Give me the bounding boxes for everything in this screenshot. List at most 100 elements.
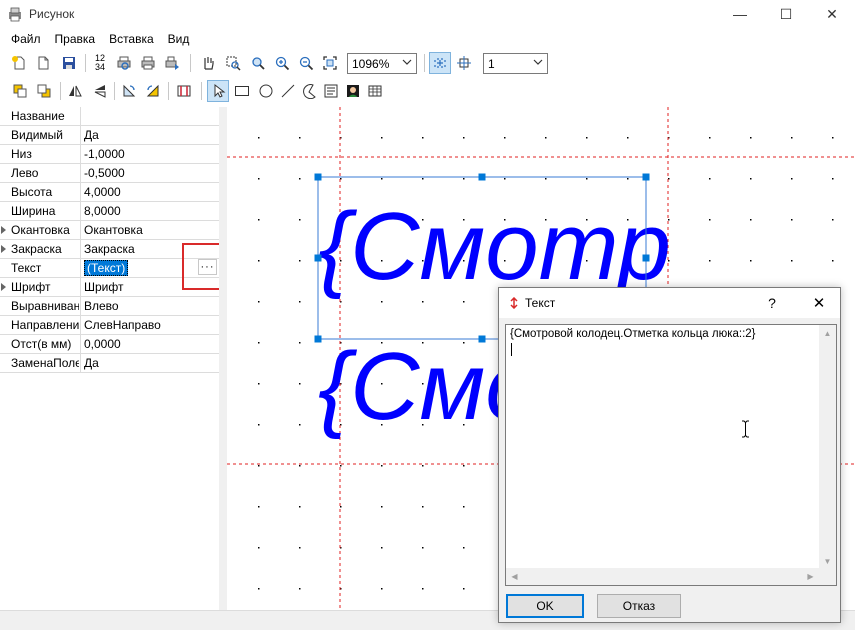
layer-select[interactable]: 1 [483, 53, 548, 74]
menu-insert[interactable]: Вставка [102, 32, 161, 46]
property-value[interactable]: Влево [80, 297, 219, 315]
grid-dot [381, 506, 383, 508]
property-value[interactable] [80, 107, 219, 125]
resize-handle[interactable] [478, 335, 486, 343]
close-button[interactable]: ✕ [809, 0, 855, 28]
zoom-out-icon[interactable] [295, 52, 317, 74]
grid-dot [422, 137, 424, 139]
zoom-fit-icon[interactable] [319, 52, 341, 74]
bring-to-front-icon[interactable] [9, 80, 31, 102]
resize-handle[interactable] [642, 173, 650, 181]
property-row[interactable]: Название [0, 107, 219, 126]
rotate-right-icon[interactable] [142, 80, 164, 102]
image-tool-icon[interactable] [342, 80, 364, 102]
expand-arrow-icon[interactable] [1, 226, 6, 234]
menu-edit[interactable]: Правка [48, 32, 103, 46]
vertical-scrollbar[interactable]: ▲ ▼ [819, 325, 836, 570]
menu-view[interactable]: Вид [161, 32, 197, 46]
dialog-close-button[interactable]: ✕ [799, 288, 839, 318]
property-value[interactable]: Окантовка [80, 221, 219, 239]
rectangle-tool-icon[interactable] [231, 80, 253, 102]
canvas-text-line1[interactable]: {Смотр [318, 193, 671, 300]
scroll-left-icon[interactable]: ◀ [506, 568, 523, 585]
grid-dot [340, 506, 342, 508]
pan-hand-icon[interactable] [197, 52, 219, 74]
ok-button[interactable]: OK [506, 594, 584, 618]
ellipse-tool-icon[interactable] [255, 80, 277, 102]
grid-dot [299, 342, 301, 344]
property-value[interactable]: 4,0000 [80, 183, 219, 201]
text-dialog: Текст ? ✕ {Смотровой колодец.Отметка кол… [498, 287, 841, 623]
snap-object-icon[interactable] [453, 52, 475, 74]
horizontal-scrollbar[interactable]: ◀ ▶ [506, 568, 819, 585]
property-row[interactable]: Ширина 8,0000 [0, 202, 219, 221]
property-row[interactable]: Отст(в мм) 0,0000 [0, 335, 219, 354]
resize-handle[interactable] [478, 173, 486, 181]
window-title: Рисунок [29, 7, 75, 21]
grid-dot [381, 465, 383, 467]
grid-dot [381, 588, 383, 590]
minimize-button[interactable]: — [717, 0, 763, 28]
send-to-back-icon[interactable] [33, 80, 55, 102]
save-icon[interactable] [58, 52, 80, 74]
resize-handle[interactable] [314, 173, 322, 181]
rotate-left-icon[interactable] [118, 80, 140, 102]
text-edit-area[interactable]: {Смотровой колодец.Отметка кольца люка::… [505, 324, 837, 586]
property-value[interactable]: Да [80, 126, 219, 144]
scroll-corner [819, 568, 836, 585]
resize-handle[interactable] [314, 335, 322, 343]
text-caret [511, 343, 512, 356]
select-arrow-icon[interactable] [207, 80, 229, 102]
property-row[interactable]: Высота 4,0000 [0, 183, 219, 202]
property-row[interactable]: Видимый Да [0, 126, 219, 145]
property-row[interactable]: ЗаменаПолей Да [0, 354, 219, 373]
text-tool-icon[interactable] [320, 80, 342, 102]
property-value[interactable]: СлевНаправо [80, 316, 219, 334]
grid-dot [258, 547, 260, 549]
property-name: Название [11, 109, 65, 123]
property-value[interactable]: -0,5000 [80, 164, 219, 182]
property-value[interactable]: Да [80, 354, 219, 372]
property-row[interactable]: Низ -1,0000 [0, 145, 219, 164]
property-row[interactable]: Выравнивание Влево [0, 297, 219, 316]
zoom-in-icon[interactable] [271, 52, 293, 74]
zoom-icon[interactable] [247, 52, 269, 74]
cancel-button[interactable]: Отказ [597, 594, 681, 618]
print-preview-icon[interactable] [113, 52, 135, 74]
grid-dot [258, 588, 260, 590]
table-tool-icon[interactable] [364, 80, 386, 102]
scroll-right-icon[interactable]: ▶ [802, 568, 819, 585]
grid-dot [463, 547, 465, 549]
resize-handle[interactable] [642, 254, 650, 262]
expand-arrow-icon[interactable] [1, 283, 6, 291]
property-value[interactable]: -1,0000 [80, 145, 219, 163]
flip-horizontal-icon[interactable] [64, 80, 86, 102]
snap-grid-icon[interactable] [429, 52, 451, 74]
maximize-button[interactable]: ☐ [763, 0, 809, 28]
property-value[interactable]: 8,0000 [80, 202, 219, 220]
zoom-rect-icon[interactable] [222, 52, 244, 74]
print-setup-icon[interactable] [161, 52, 183, 74]
print-icon[interactable] [137, 52, 159, 74]
scroll-up-icon[interactable]: ▲ [819, 325, 836, 342]
open-document-icon[interactable] [32, 52, 54, 74]
line-tool-icon[interactable] [277, 80, 299, 102]
chevron-down-icon [402, 57, 412, 70]
property-row[interactable]: Направление СлевНаправо [0, 316, 219, 335]
flip-vertical-icon[interactable] [89, 80, 111, 102]
splitter[interactable] [219, 107, 227, 610]
menu-file[interactable]: Файл [4, 32, 48, 46]
arc-tool-icon[interactable] [298, 80, 320, 102]
zoom-select[interactable]: 1096% [347, 53, 417, 74]
page-numbers-icon[interactable]: 12 34 [89, 52, 111, 74]
grid-dot [381, 547, 383, 549]
properties-icon[interactable] [173, 80, 195, 102]
expand-arrow-icon[interactable] [1, 245, 6, 253]
new-document-icon[interactable] [8, 52, 30, 74]
dialog-help-button[interactable]: ? [755, 288, 789, 318]
grid-dot [709, 219, 711, 221]
property-row[interactable]: Лево -0,5000 [0, 164, 219, 183]
resize-handle[interactable] [314, 254, 322, 262]
property-value[interactable]: 0,0000 [80, 335, 219, 353]
property-row[interactable]: Окантовка Окантовка [0, 221, 219, 240]
